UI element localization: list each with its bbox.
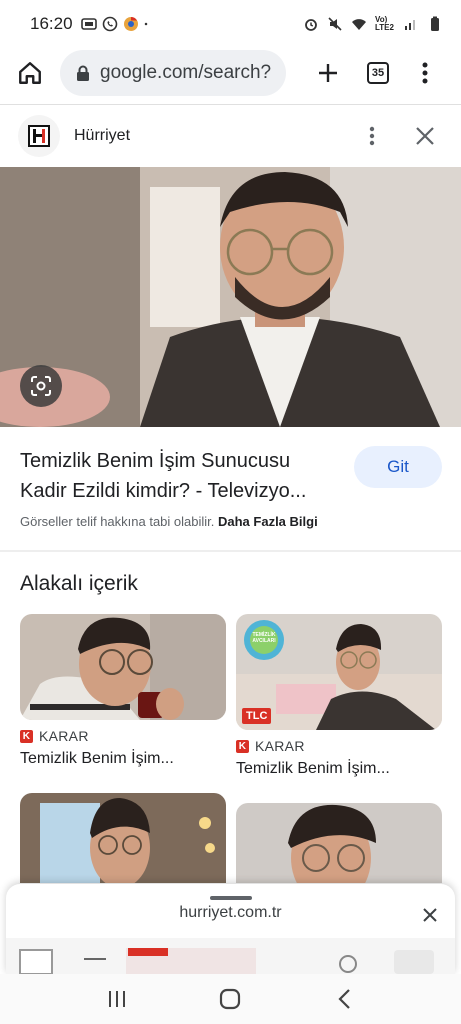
source-name[interactable]: Hürriyet: [74, 127, 130, 145]
status-bar: 16:20 Vo) LTE2: [0, 0, 461, 48]
close-icon: [423, 908, 437, 922]
related-card[interactable]: [236, 803, 442, 883]
result-title[interactable]: Temizlik Benim İşim Sunucusu Kadir Ezild…: [20, 446, 340, 506]
card-title[interactable]: Temizlik Benim İşim...: [236, 760, 442, 778]
person-photo: [20, 614, 226, 720]
notification-dot-icon: [144, 22, 147, 26]
back-chevron-icon: [338, 989, 350, 1009]
result-title-area: Temizlik Benim İşim Sunucusu Kadir Ezild…: [20, 446, 340, 506]
more-options-button[interactable]: [357, 116, 387, 156]
result-image[interactable]: [0, 167, 461, 427]
tab-count: 35: [367, 62, 389, 84]
more-info-link[interactable]: Daha Fazla Bilgi: [218, 514, 318, 529]
back-button[interactable]: [324, 979, 364, 1019]
card-source: K KARAR: [236, 738, 442, 754]
divider: [0, 104, 461, 105]
sheet-close-button[interactable]: [417, 902, 443, 928]
alarm-icon: [305, 19, 317, 31]
person-photo: [236, 803, 442, 883]
system-navigation-bar: [0, 974, 461, 1024]
new-tab-button[interactable]: [308, 53, 348, 93]
person-photo: [0, 167, 461, 427]
hurriyet-logo-icon: [28, 125, 50, 147]
plus-icon: [319, 64, 337, 82]
lock-icon: [77, 65, 89, 81]
gallery-icon: [80, 18, 97, 30]
url-text: google.com/search?: [100, 62, 272, 83]
wifi-icon: [352, 19, 366, 30]
sheet-url: hurriyet.com.tr: [179, 904, 282, 921]
temizlik-avcilari-logo-text: TEMİZLİK AVCILARI: [252, 632, 276, 644]
close-button[interactable]: [407, 116, 443, 156]
battery-icon: [431, 16, 439, 31]
card-thumbnail[interactable]: [236, 803, 442, 883]
lens-button[interactable]: [20, 365, 62, 407]
card-thumbnail[interactable]: TEMİZLİK AVCILARI TLC: [236, 614, 442, 730]
browser-menu-button[interactable]: [410, 53, 440, 93]
page-preview: [6, 938, 455, 974]
related-card[interactable]: K KARAR Temizlik Benim İşim...: [20, 614, 226, 768]
home-button[interactable]: [10, 53, 50, 93]
bottom-sheet[interactable]: hurriyet.com.tr: [6, 884, 455, 974]
visit-button[interactable]: Git: [354, 446, 442, 488]
related-card[interactable]: [20, 793, 226, 883]
recents-icon: [108, 991, 125, 1007]
home-nav-button[interactable]: [210, 979, 250, 1019]
signal-icon: [405, 20, 415, 30]
clock: 16:20: [30, 14, 73, 33]
related-card[interactable]: TEMİZLİK AVCILARI TLC K KARAR Temizlik B…: [236, 614, 442, 778]
close-icon: [416, 127, 434, 145]
karar-logo-icon: K: [236, 739, 249, 753]
card-thumbnail[interactable]: [20, 614, 226, 720]
browser-toolbar: google.com/search? 35: [0, 48, 461, 98]
whatsapp-icon: [102, 16, 117, 32]
person-photo: [20, 793, 226, 883]
card-source-name: KARAR: [255, 738, 305, 754]
more-vertical-icon: [369, 126, 375, 146]
sheet-drag-handle[interactable]: [210, 896, 252, 900]
network-label: Vo) LTE2: [375, 15, 394, 32]
copyright-notice: Görseller telif hakkına tabi olabilir. D…: [20, 514, 318, 529]
recents-button[interactable]: [97, 979, 137, 1019]
tab-switcher-button[interactable]: 35: [358, 53, 398, 93]
copyright-text: Görseller telif hakkına tabi olabilir.: [20, 514, 215, 529]
card-source: K KARAR: [20, 728, 226, 744]
related-heading: Alakalı içerik: [20, 572, 138, 595]
mute-icon: [328, 17, 342, 31]
tlc-badge: TLC: [242, 708, 272, 724]
address-bar[interactable]: google.com/search?: [60, 50, 286, 96]
card-source-name: KARAR: [39, 728, 89, 744]
page-preview-image: [6, 938, 455, 974]
karar-logo-icon: K: [20, 729, 33, 743]
hurriyet-logo[interactable]: [18, 115, 60, 157]
google-lens-icon: [31, 376, 51, 396]
more-vertical-icon: [422, 62, 428, 84]
chrome-icon: [123, 17, 138, 31]
section-divider: [0, 550, 461, 552]
home-circle-icon: [220, 988, 241, 1010]
source-header: Hürriyet: [0, 106, 461, 166]
card-title[interactable]: Temizlik Benim İşim...: [20, 750, 226, 768]
home-icon: [19, 62, 41, 84]
card-thumbnail[interactable]: [20, 793, 226, 883]
